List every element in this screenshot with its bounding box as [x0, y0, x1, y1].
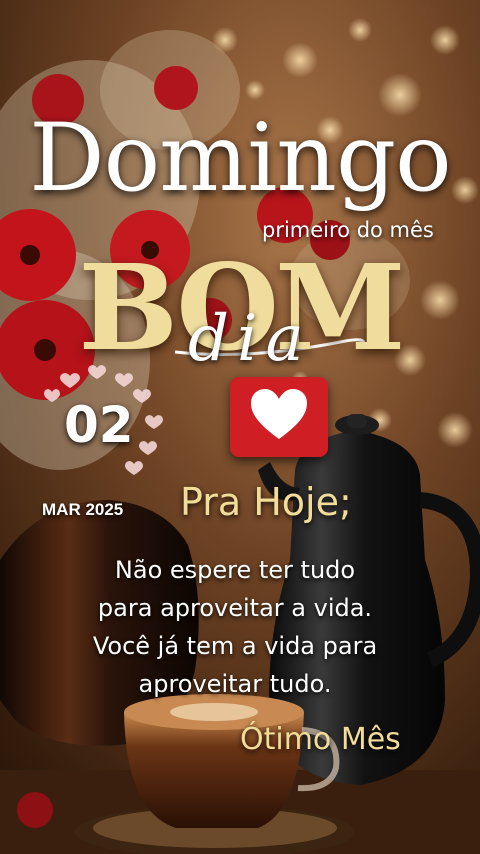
heart-reaction-badge: [230, 377, 328, 457]
greeting-card: Domingo primeiro do mês BOM dia 02 MAR 2…: [0, 0, 480, 854]
date-day: 02: [64, 396, 134, 454]
card-title: Domingo: [29, 104, 451, 213]
heart-icon: [251, 389, 307, 439]
message-line: Você já tem a vida para: [92, 632, 378, 660]
message-heading: Pra Hoje;: [180, 480, 352, 524]
message-line: aproveitar tudo.: [138, 670, 332, 698]
closing-text: Ótimo Mês: [240, 722, 401, 757]
message-line: Não espere ter tudo: [114, 556, 356, 584]
message-line: para aproveitar a vida.: [97, 594, 373, 622]
date-month-year: MAR 2025: [42, 500, 124, 519]
greeting-script: dia: [188, 302, 312, 376]
